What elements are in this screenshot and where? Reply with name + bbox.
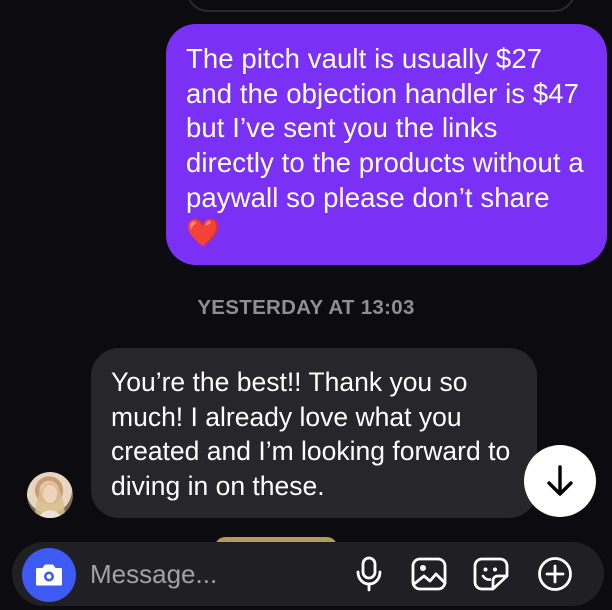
more-options-button[interactable] (536, 555, 574, 593)
voice-message-button[interactable] (350, 555, 388, 593)
message-input[interactable] (90, 556, 310, 592)
gallery-icon (411, 557, 447, 591)
sent-message-bubble[interactable]: The pitch vault is usually $27 and the o… (166, 24, 607, 265)
received-message-text: You’re the best!! Thank you so much! I a… (111, 367, 511, 501)
avatar[interactable] (27, 472, 73, 518)
sticker-button[interactable] (472, 555, 510, 593)
camera-icon (36, 564, 62, 586)
message-composer (12, 542, 604, 606)
sticker-icon (473, 557, 509, 591)
scroll-to-bottom-button[interactable] (524, 445, 596, 517)
arrow-down-icon (547, 465, 573, 496)
previous-message-bubble (186, 0, 576, 12)
received-message-bubble[interactable]: You’re the best!! Thank you so much! I a… (91, 348, 537, 518)
received-message-row: You’re the best!! Thank you so much! I a… (0, 348, 612, 518)
plus-icon (538, 557, 572, 591)
camera-button[interactable] (22, 548, 76, 602)
sent-message-text: The pitch vault is usually $27 and the o… (186, 43, 584, 248)
message-timestamp: YESTERDAY AT 13:03 (197, 296, 415, 319)
microphone-icon (356, 556, 382, 592)
gallery-button[interactable] (410, 555, 448, 593)
